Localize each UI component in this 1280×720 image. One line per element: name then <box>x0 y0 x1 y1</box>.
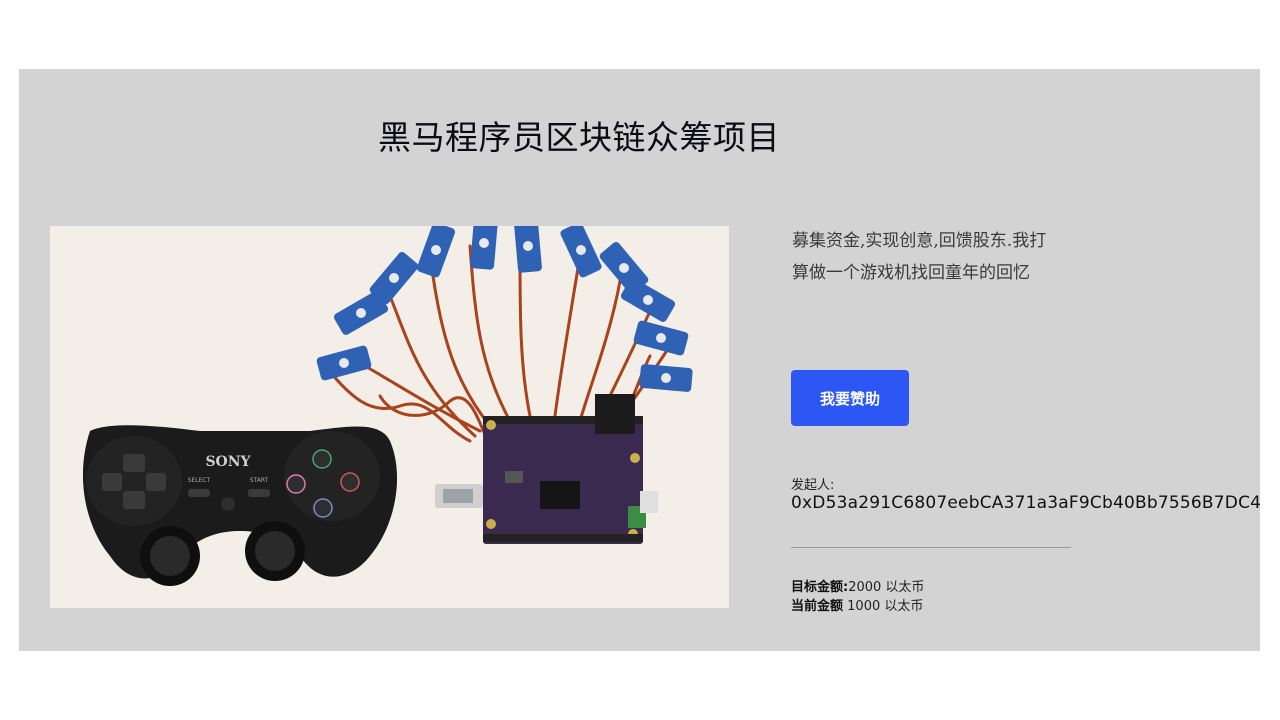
game-controller-and-board-illustration: SONY SELECT START <box>50 226 729 608</box>
current-amount-value: 1000 以太币 <box>847 599 924 614</box>
project-image: SONY SELECT START <box>50 226 729 608</box>
target-amount-row: 目标金额:2000 以太币 <box>791 578 924 597</box>
target-amount-value: 2000 以太币 <box>848 580 925 595</box>
divider <box>791 547 1071 548</box>
controller-select-text: SELECT <box>188 477 211 484</box>
target-amount-label: 目标金额: <box>791 580 849 595</box>
current-amount-row: 当前金额 1000 以太币 <box>791 597 924 616</box>
controller-brand-text: SONY <box>205 454 251 470</box>
current-amount-label: 当前金额 <box>791 599 844 614</box>
initiator-address: 0xD53a291C6807eebCA371a3aF9Cb40Bb7556B7D… <box>791 493 1262 513</box>
project-title: 黑马程序员区块链众筹项目 <box>378 118 780 157</box>
project-description: 募集资金,实现创意,回馈股东.我打算做一个游戏机找回童年的回忆 <box>792 231 1047 283</box>
sponsor-button[interactable]: 我要赞助 <box>791 370 909 426</box>
controller-start-text: START <box>250 477 269 484</box>
project-card: 黑马程序员区块链众筹项目 SONY SELECT START 募集资金,实现创意… <box>19 69 1262 651</box>
initiator-label: 发起人: <box>791 478 835 493</box>
funding-amounts: 目标金额:2000 以太币 当前金额 1000 以太币 <box>791 578 924 616</box>
